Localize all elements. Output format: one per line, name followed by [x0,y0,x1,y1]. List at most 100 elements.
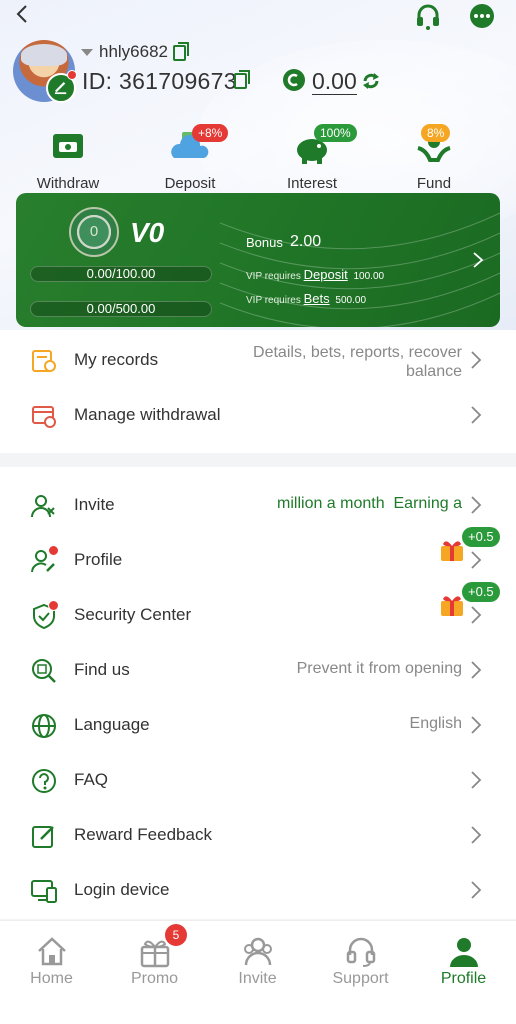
caret-down-icon[interactable] [81,49,93,56]
bets-progress-bar: 0.00/500.00 [30,301,212,317]
gift-icon [441,596,463,616]
bonus-value: 2.00 [290,233,322,250]
my-records-label: My records [74,350,159,369]
globe-icon [32,714,56,738]
tab-home[interactable]: Home [0,935,103,988]
chevron-right-icon [471,551,482,569]
profile-label: Profile [74,550,123,569]
chevron-right-icon [471,881,482,899]
find-icon [32,659,56,683]
my-records-row[interactable]: My records Details, bets, reports, recov… [0,333,516,388]
tab-home-label: Home [30,970,73,987]
tab-support-label: Support [332,970,389,987]
vip-medal-icon: 0 [69,207,119,257]
interest-badge: 100% [314,124,357,142]
tab-profile-label: Profile [440,970,487,987]
vip-deposit-requirement: VIP requires Deposit 100.00 [246,267,384,282]
records-icon [32,350,56,372]
question-icon [32,769,56,793]
profile-notification-dot [48,545,59,556]
req-deposit-link[interactable]: Deposit [304,267,348,282]
vip-wave-pattern [220,212,500,327]
wallet-balance: 0.00 [312,68,357,95]
my-records-hint-line1: Details, bets, reports, recover [253,344,462,361]
invite-hint: million a month Earning a [277,495,462,512]
my-records-hint-line2: balance [405,363,462,380]
chevron-right-icon [471,716,482,734]
copy-icon[interactable] [173,42,189,61]
back-arrow-icon[interactable] [12,2,34,26]
refresh-icon[interactable] [361,71,381,91]
security-center-label: Security Center [74,605,192,624]
tab-invite-label: Invite [238,970,277,987]
tab-promo-label: Promo [130,970,179,987]
req-prefix: VIP requires [246,295,301,306]
login-device-label: Login device [74,880,170,899]
manage-withdrawal-row[interactable]: Manage withdrawal [0,388,516,443]
deposit-badge: +8% [192,124,229,142]
manage-withdrawal-icon [32,406,56,428]
security-notification-dot [48,600,59,611]
tab-invite[interactable]: Invite [206,935,309,988]
deposit-progress-text: 0.00/100.00 [86,266,156,281]
withdraw-button[interactable]: Withdraw [18,130,118,192]
invite-row[interactable]: Invite million a month Earning a [0,478,516,533]
vip-card[interactable]: 0 V0 0.00/100.00 0.00/500.00 Bonus 2.00 … [16,193,500,327]
profile-row[interactable]: Profile +0.5 [0,527,516,588]
fund-label: Fund [416,175,452,192]
find-us-label: Find us [74,660,130,679]
req-bets-link[interactable]: Bets [304,291,330,306]
tab-profile[interactable]: Profile [412,935,515,988]
chevron-right-icon [471,771,482,789]
my-records-hint: Details, bets, reports, recover balance [253,343,462,381]
top-nav [0,0,516,30]
chevron-right-icon [471,406,482,424]
edit-icon [32,826,54,848]
security-reward-badge: +0.5 [462,582,500,602]
gift-icon [441,541,463,561]
user-id: ID: 361709673 [82,68,237,94]
find-us-hint: Prevent it from opening [296,660,462,677]
faq-row[interactable]: FAQ [0,753,516,808]
copy-id-icon[interactable] [234,70,250,89]
chevron-right-icon [471,351,482,369]
language-value: English [409,715,462,732]
records-card: My records Details, bets, reports, recov… [0,330,516,453]
chevron-right-icon [471,606,482,624]
chevron-right-icon[interactable] [472,251,484,269]
language-row[interactable]: Language English [0,698,516,753]
vip-level: V0 [130,217,165,248]
withdraw-label: Withdraw [36,175,100,192]
find-us-row[interactable]: Find us Prevent it from opening [0,643,516,698]
tab-support[interactable]: Support [309,935,412,988]
avatar-hair [21,44,67,66]
menu-card: Invite million a month Earning a Profile… [0,467,516,919]
reward-feedback-row[interactable]: Reward Feedback [0,808,516,863]
vip-bets-requirement: VIP requires Bets 500.00 [246,291,366,306]
chevron-right-icon [471,661,482,679]
reward-feedback-label: Reward Feedback [74,825,212,844]
req-deposit-amount: 100.00 [353,271,385,282]
promo-count-badge: 5 [165,924,187,946]
headset-icon[interactable] [414,3,442,31]
headset-icon [346,937,375,967]
language-label: Language [74,715,150,734]
security-center-row[interactable]: Security Center +0.5 [0,582,516,643]
home-icon [37,937,66,966]
req-prefix: VIP requires [246,271,301,282]
login-device-row[interactable]: Login device [0,863,516,918]
chevron-right-icon [471,826,482,844]
tab-promo[interactable]: Promo [103,935,206,988]
people-icon [243,937,272,966]
invite-label: Invite [74,495,115,514]
username: hhly6682 [99,42,169,61]
coin-icon [283,69,305,91]
profile-reward-badge: +0.5 [462,527,500,547]
device-icon [31,880,57,903]
req-bets-amount: 500.00 [335,295,367,306]
chat-icon[interactable] [468,3,496,31]
deposit-label: Deposit [164,175,216,192]
bottom-tab-bar: Home Promo Invite Support Profile [0,920,516,1024]
fund-badge: 8% [421,124,451,142]
interest-label: Interest [286,175,338,192]
